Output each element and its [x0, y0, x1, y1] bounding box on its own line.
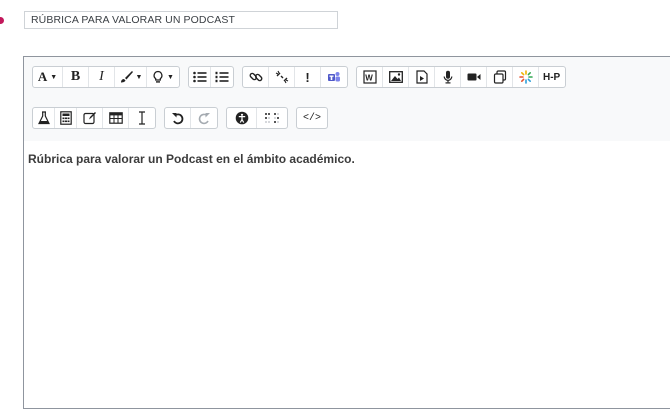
accessibility-group — [226, 107, 288, 129]
exclamation-label: ! — [305, 69, 310, 85]
rubric-name-input[interactable]: RÚBRICA PARA VALORAR UN PODCAST — [24, 11, 338, 29]
editor-content[interactable]: Rúbrica para valorar un Podcast en el ám… — [28, 152, 355, 166]
bold-label: B — [70, 69, 81, 84]
edit-button[interactable] — [77, 108, 103, 128]
bullet-list-icon — [192, 71, 206, 83]
caret-down-icon: ▼ — [50, 73, 58, 81]
word-import-button[interactable]: W — [357, 67, 383, 87]
image-button[interactable] — [383, 67, 409, 87]
toolbar-row-2: </> — [32, 107, 336, 129]
font-style-label: A — [37, 69, 48, 84]
record-audio-button[interactable] — [435, 67, 461, 87]
h5p-label: H-P — [543, 71, 561, 83]
brush-icon — [120, 71, 133, 83]
teams-icon — [328, 72, 340, 82]
italic-label: I — [99, 69, 104, 84]
unlink-button[interactable] — [269, 67, 295, 87]
video-camera-icon — [467, 73, 480, 81]
toolbar-row-1: A ▼ B I ▼ ▼ ! W H-P — [32, 66, 574, 88]
svg-text:W: W — [365, 74, 373, 83]
image-icon — [388, 71, 403, 83]
bold-button[interactable]: B — [63, 67, 89, 87]
html-source-button[interactable]: </> — [297, 108, 327, 128]
text-editor: A ▼ B I ▼ ▼ ! W H-P </> Rúbrica para val… — [23, 56, 670, 409]
format-group: A ▼ B I ▼ ▼ — [32, 66, 180, 88]
numbered-list-icon — [215, 71, 229, 83]
redo-button[interactable] — [191, 108, 217, 128]
required-indicator — [0, 17, 4, 24]
accessibility-icon — [235, 111, 248, 125]
link-group: ! — [242, 66, 348, 88]
caret-down-icon: ▼ — [135, 73, 143, 81]
undo-icon — [171, 113, 183, 125]
link-icon — [249, 72, 262, 82]
numbered-list-button[interactable] — [211, 67, 233, 87]
h5p-button[interactable]: H-P — [539, 67, 565, 87]
media-file-icon — [415, 70, 428, 84]
sparkle-icon — [518, 70, 533, 84]
microphone-icon — [443, 70, 452, 84]
caret-down-icon: ▼ — [167, 73, 174, 81]
list-group — [188, 66, 234, 88]
calculator-button[interactable] — [55, 108, 77, 128]
equation-editor-button[interactable] — [33, 108, 55, 128]
braille-icon — [265, 113, 279, 123]
link-button[interactable] — [243, 67, 269, 87]
emphasis-button[interactable]: ! — [295, 67, 321, 87]
manage-files-button[interactable] — [487, 67, 513, 87]
font-style-button[interactable]: A ▼ — [33, 67, 63, 87]
html-group: </> — [296, 107, 328, 129]
clear-formatting-button[interactable] — [129, 108, 155, 128]
table-button[interactable] — [103, 108, 129, 128]
media-file-button[interactable] — [409, 67, 435, 87]
tools-group — [32, 107, 156, 129]
calculator-icon — [59, 111, 72, 125]
redo-icon — [198, 113, 210, 125]
media-group: W H-P — [356, 66, 566, 88]
record-video-button[interactable] — [461, 67, 487, 87]
bullet-list-button[interactable] — [189, 67, 211, 87]
undo-button[interactable] — [165, 108, 191, 128]
history-group — [164, 107, 218, 129]
lightbulb-icon — [153, 70, 163, 83]
copy-files-icon — [493, 70, 506, 84]
text-cursor-icon — [139, 111, 145, 125]
word-document-icon: W — [362, 70, 377, 84]
screen-reader-helper-button[interactable] — [257, 108, 287, 128]
text-color-button[interactable]: ▼ — [115, 67, 147, 87]
unlink-icon — [275, 70, 288, 84]
teams-meeting-button[interactable] — [321, 67, 347, 87]
table-icon — [108, 112, 123, 124]
special-widget-button[interactable] — [513, 67, 539, 87]
italic-button[interactable]: I — [89, 67, 115, 87]
code-label: </> — [302, 112, 321, 124]
flask-icon — [37, 111, 50, 125]
highlight-button[interactable]: ▼ — [147, 67, 179, 87]
edit-square-icon — [82, 112, 96, 125]
accessibility-checker-button[interactable] — [227, 108, 257, 128]
editor-toolbar: A ▼ B I ▼ ▼ ! W H-P </> — [24, 57, 670, 141]
